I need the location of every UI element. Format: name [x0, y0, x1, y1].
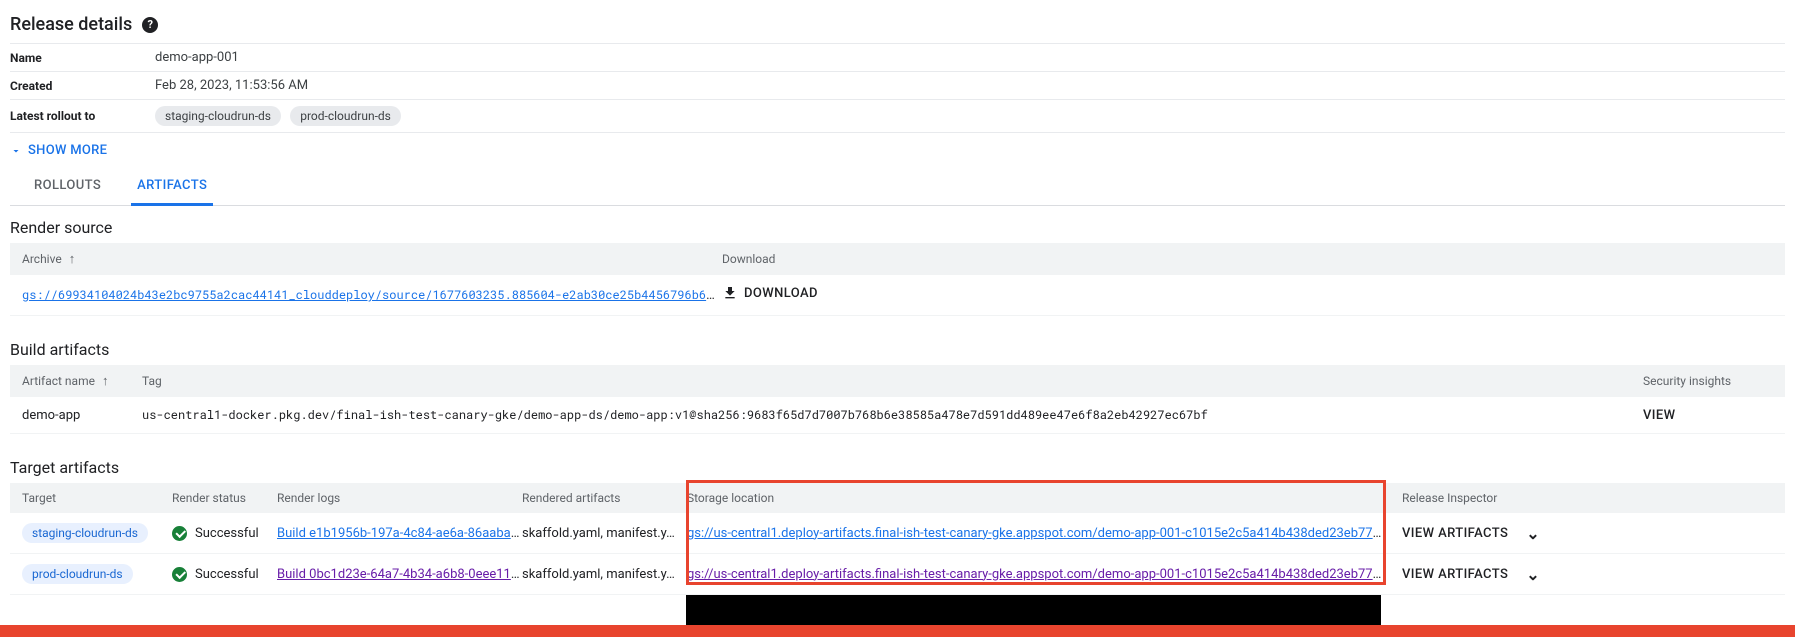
col-archive[interactable]: Archive ↑	[22, 251, 722, 267]
artifact-tag: us-central1-docker.pkg.dev/final-ish-tes…	[142, 407, 1643, 423]
target-artifact-row: prod-cloudrun-ds Successful Build 0bc1d2…	[10, 554, 1785, 595]
render-status: Successful	[172, 526, 277, 541]
target-artifacts-title: Target artifacts	[10, 458, 1785, 477]
page-title-text: Release details	[10, 14, 132, 35]
detail-value: Feb 28, 2023, 11:53:56 AM	[155, 78, 308, 93]
rendered-artifacts: skaffold.yaml, manifest.y…	[522, 526, 687, 541]
build-artifacts-title: Build artifacts	[10, 340, 1785, 359]
render-logs-link[interactable]: Build e1b1956b-197a-4c84-ae6a-86aabae…	[277, 526, 522, 541]
col-security: Security insights	[1643, 374, 1773, 388]
rollout-chip[interactable]: staging-cloudrun-ds	[155, 106, 281, 126]
col-target: Target	[22, 491, 172, 505]
help-icon[interactable]: ?	[142, 17, 158, 33]
col-release-inspector: Release Inspector	[1382, 491, 1773, 505]
download-label: DOWNLOAD	[744, 286, 818, 301]
render-source-title: Render source	[10, 218, 1785, 237]
col-render-logs: Render logs	[277, 491, 522, 505]
col-storage-location: Storage location	[687, 491, 1382, 505]
tab-rollouts[interactable]: ROLLOUTS	[28, 168, 107, 206]
col-rendered-artifacts: Rendered artifacts	[522, 491, 687, 505]
detail-label: Latest rollout to	[10, 109, 155, 123]
chevron-down-icon	[10, 145, 22, 157]
render-source-row: gs://69934104024b43e2bc9755a2cac44141_cl…	[10, 275, 1785, 316]
chevron-down-icon[interactable]: ⌄	[1526, 565, 1539, 584]
render-source-header: Archive ↑ Download	[10, 243, 1785, 275]
download-icon	[722, 285, 738, 301]
artifact-name: demo-app	[22, 408, 142, 423]
black-bar	[686, 595, 1381, 625]
detail-label: Created	[10, 79, 155, 93]
rollout-chip[interactable]: prod-cloudrun-ds	[290, 106, 401, 126]
build-artifacts-header: Artifact name ↑ Tag Security insights	[10, 365, 1785, 397]
tab-artifacts[interactable]: ARTIFACTS	[131, 168, 213, 206]
col-artifact-name[interactable]: Artifact name ↑	[22, 373, 142, 389]
col-download: Download	[722, 252, 1773, 266]
view-artifacts-button[interactable]: VIEW ARTIFACTS	[1402, 526, 1508, 541]
storage-link[interactable]: gs://us-central1.deploy-artifacts.final-…	[687, 526, 1382, 541]
view-artifacts-button[interactable]: VIEW ARTIFACTS	[1402, 567, 1508, 582]
view-security-button[interactable]: VIEW	[1643, 408, 1675, 423]
render-status: Successful	[172, 567, 277, 582]
page-title: Release details ?	[10, 14, 1785, 35]
archive-link[interactable]: gs://69934104024b43e2bc9755a2cac44141_cl…	[22, 287, 722, 303]
show-more-label: SHOW MORE	[28, 143, 107, 158]
storage-link[interactable]: gs://us-central1.deploy-artifacts.final-…	[687, 567, 1382, 582]
render-logs-link[interactable]: Build 0bc1d23e-64a7-4b34-a6b8-0eee114…	[277, 567, 522, 582]
col-tag: Tag	[142, 374, 1643, 388]
red-bar	[0, 625, 1795, 637]
col-render-status: Render status	[172, 491, 277, 505]
detail-label: Name	[10, 51, 155, 65]
detail-value: demo-app-001	[155, 50, 239, 65]
success-icon	[172, 567, 187, 582]
detail-row-rollout: Latest rollout to staging-cloudrun-ds pr…	[10, 99, 1785, 133]
show-more-button[interactable]: SHOW MORE	[10, 133, 107, 168]
chevron-down-icon[interactable]: ⌄	[1526, 524, 1539, 543]
build-artifact-row: demo-app us-central1-docker.pkg.dev/fina…	[10, 397, 1785, 434]
success-icon	[172, 526, 187, 541]
target-artifact-row: staging-cloudrun-ds Successful Build e1b…	[10, 513, 1785, 554]
detail-value: staging-cloudrun-ds prod-cloudrun-ds	[155, 106, 407, 126]
sort-arrow-up-icon: ↑	[102, 374, 109, 389]
detail-row-name: Name demo-app-001	[10, 43, 1785, 71]
detail-row-created: Created Feb 28, 2023, 11:53:56 AM	[10, 71, 1785, 99]
tabs: ROLLOUTS ARTIFACTS	[10, 168, 1785, 206]
target-chip[interactable]: staging-cloudrun-ds	[22, 523, 148, 543]
rendered-artifacts: skaffold.yaml, manifest.y…	[522, 567, 687, 582]
target-artifacts-header: Target Render status Render logs Rendere…	[10, 483, 1785, 513]
download-button[interactable]: DOWNLOAD	[722, 285, 818, 301]
target-chip[interactable]: prod-cloudrun-ds	[22, 564, 133, 584]
sort-arrow-up-icon: ↑	[69, 252, 76, 267]
